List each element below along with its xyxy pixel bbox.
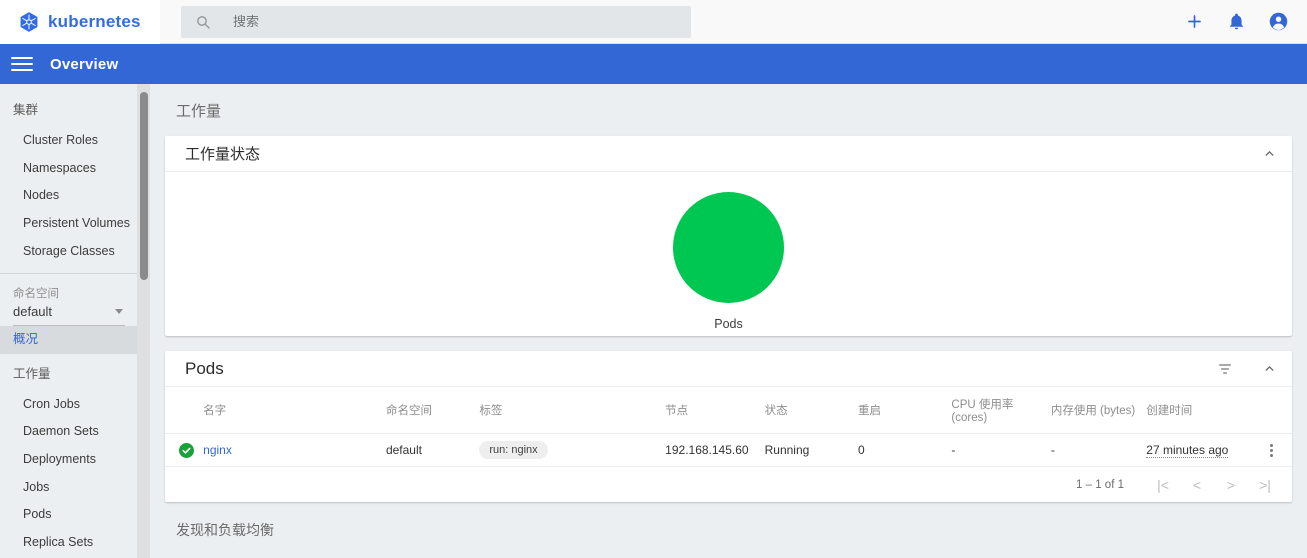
row-memory-cell: - <box>1050 433 1147 467</box>
hamburger-menu-icon[interactable] <box>11 54 33 74</box>
sidebar-item-jobs[interactable]: Jobs <box>0 474 137 502</box>
pods-card-header: Pods <box>165 351 1292 387</box>
workload-status-chart: Pods <box>165 172 1292 336</box>
pod-name-link[interactable]: nginx <box>203 443 232 457</box>
pagination-range: 1 – 1 of 1 <box>1076 478 1124 491</box>
app-header: Overview <box>0 44 1307 84</box>
pods-card-actions <box>1214 358 1280 380</box>
sidebar-inner: 集群 Cluster Roles Namespaces Nodes Persis… <box>0 84 137 558</box>
sidebar-item-cron-jobs[interactable]: Cron Jobs <box>0 391 137 419</box>
row-actions-cell <box>1251 433 1292 467</box>
search-input[interactable] <box>231 13 677 30</box>
pods-table-head: 名字 命名空间 标签 节点 状态 重启 CPU 使用率 (cores) 内存使用… <box>165 387 1292 434</box>
col-cpu[interactable]: CPU 使用率 (cores) <box>951 387 1051 434</box>
workload-status-actions <box>1258 143 1280 165</box>
table-row[interactable]: nginx default run: nginx 192.168.145.60 … <box>165 433 1292 467</box>
col-node[interactable]: 节点 <box>665 387 765 434</box>
col-restarts[interactable]: 重启 <box>858 387 952 434</box>
sidebar-item-nodes[interactable]: Nodes <box>0 182 137 210</box>
row-cpu-cell: - <box>951 433 1051 467</box>
col-memory[interactable]: 内存使用 (bytes) <box>1050 387 1147 434</box>
topbar-actions <box>1181 9 1307 35</box>
row-state-cell: Running <box>764 433 859 467</box>
sidebar-item-overview[interactable]: 概况 <box>0 326 137 354</box>
chevron-down-icon <box>115 309 123 315</box>
page-title: Overview <box>50 55 119 73</box>
pods-pie-chart[interactable] <box>673 191 784 303</box>
sidebar-scrollbar-thumb[interactable] <box>140 92 148 280</box>
row-node-cell: 192.168.145.60 <box>665 433 765 467</box>
more-vert-icon[interactable] <box>1252 443 1292 457</box>
sidebar-item-replica-sets[interactable]: Replica Sets <box>0 529 137 557</box>
sidebar-item-cluster-roles[interactable]: Cluster Roles <box>0 127 137 155</box>
row-namespace-cell: default <box>385 433 480 467</box>
row-created-cell: 27 minutes ago <box>1146 433 1252 467</box>
chevron-up-icon[interactable] <box>1258 143 1280 165</box>
pods-pie-chart-label: Pods <box>714 316 743 331</box>
sidebar-item-daemon-sets[interactable]: Daemon Sets <box>0 418 137 446</box>
top-bar: kubernetes <box>0 0 1307 44</box>
pods-pagination: 1 – 1 of 1 |< < > >| <box>165 467 1292 502</box>
col-name[interactable]: 名字 <box>203 387 386 434</box>
filter-list-icon[interactable] <box>1214 358 1236 380</box>
sidebar: 集群 Cluster Roles Namespaces Nodes Persis… <box>0 84 150 558</box>
chevron-up-icon[interactable] <box>1258 358 1280 380</box>
first-page-button[interactable]: |< <box>1146 468 1180 502</box>
row-name-cell: nginx <box>203 433 386 467</box>
sidebar-item-namespaces[interactable]: Namespaces <box>0 155 137 183</box>
namespace-select[interactable]: default <box>13 304 125 327</box>
previous-page-button[interactable]: < <box>1180 468 1214 502</box>
bell-icon[interactable] <box>1223 9 1249 35</box>
label-chip[interactable]: run: nginx <box>479 441 548 459</box>
plus-icon[interactable] <box>1181 9 1207 35</box>
sidebar-scrollbar[interactable] <box>137 84 150 558</box>
col-labels[interactable]: 标签 <box>479 387 666 434</box>
search-bar[interactable] <box>181 5 691 38</box>
pods-table-body: nginx default run: nginx 192.168.145.60 … <box>165 433 1292 467</box>
brand-logo-area[interactable]: kubernetes <box>0 0 160 44</box>
workloads-heading: 工作量 <box>176 103 222 120</box>
col-created[interactable]: 创建时间 <box>1146 387 1252 434</box>
row-status-cell <box>165 433 204 467</box>
row-labels-cell: run: nginx <box>479 433 666 467</box>
discovery-heading: 发现和负载均衡 <box>176 522 274 538</box>
row-restarts-cell: 0 <box>858 433 952 467</box>
last-page-button[interactable]: >| <box>1248 468 1282 502</box>
check-circle-icon <box>179 442 194 458</box>
col-actions <box>1251 387 1292 434</box>
pods-card: Pods 名字 命名空间 标签 节点 状态 重启 CPU 使用率 (cores)… <box>165 351 1292 502</box>
sidebar-section-workloads: 工作量 <box>13 366 51 381</box>
col-state[interactable]: 状态 <box>764 387 859 434</box>
created-timestamp[interactable]: 27 minutes ago <box>1146 443 1229 458</box>
sidebar-section-cluster: 集群 <box>13 103 39 117</box>
workload-status-card: 工作量状态 Pods <box>165 136 1292 336</box>
sidebar-item-deployments[interactable]: Deployments <box>0 446 137 474</box>
col-status <box>165 387 204 434</box>
table-header-row: 名字 命名空间 标签 节点 状态 重启 CPU 使用率 (cores) 内存使用… <box>165 387 1292 434</box>
brand-name: kubernetes <box>48 11 141 31</box>
col-namespace[interactable]: 命名空间 <box>385 387 480 434</box>
pods-title: Pods <box>185 358 224 378</box>
sidebar-item-pods[interactable]: Pods <box>0 501 137 529</box>
namespace-value: default <box>13 304 53 320</box>
sidebar-item-storage-classes[interactable]: Storage Classes <box>0 238 137 266</box>
sidebar-item-persistent-volumes[interactable]: Persistent Volumes <box>0 210 137 238</box>
next-page-button[interactable]: > <box>1214 468 1248 502</box>
kubernetes-helm-logo-icon <box>18 11 40 33</box>
namespace-label: 命名空间 <box>13 288 59 301</box>
account-circle-icon[interactable] <box>1265 9 1291 35</box>
workload-status-card-header: 工作量状态 <box>165 136 1292 172</box>
pods-table: 名字 命名空间 标签 节点 状态 重启 CPU 使用率 (cores) 内存使用… <box>165 387 1292 467</box>
workload-status-title: 工作量状态 <box>185 146 261 163</box>
main-content: 工作量 工作量状态 Pods Pods 名字 命名空间 标签 节点 状态 重启 … <box>150 84 1307 558</box>
search-icon <box>195 14 211 30</box>
